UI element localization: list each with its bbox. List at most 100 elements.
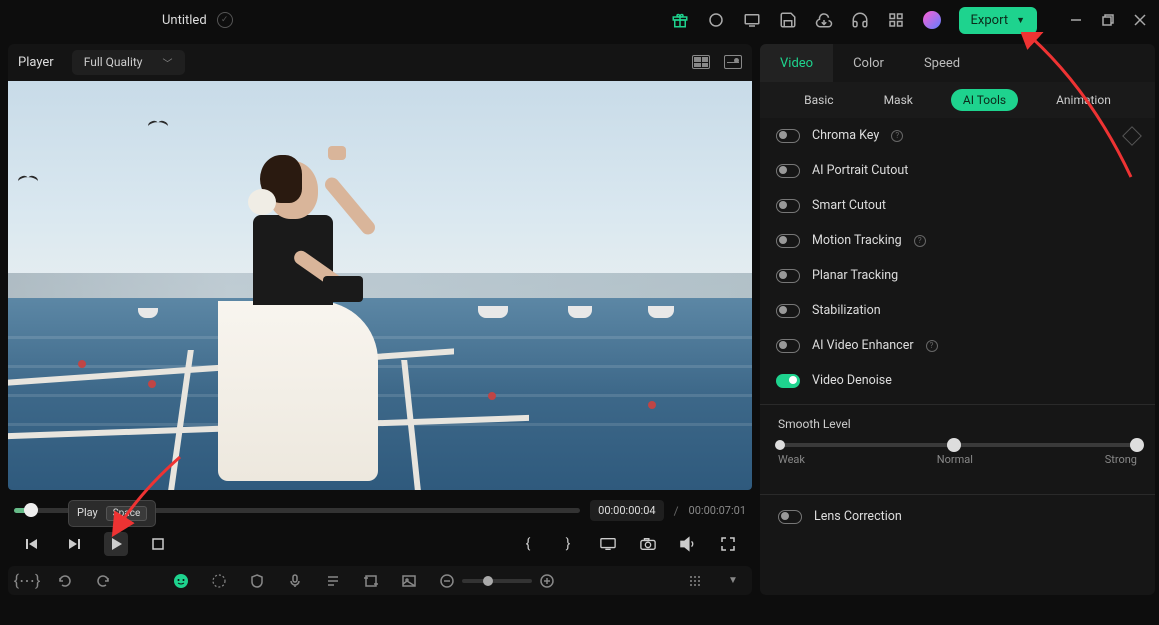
prev-frame-button[interactable] — [20, 532, 44, 556]
smooth-slider[interactable] — [778, 443, 1137, 447]
smooth-normal: Normal — [937, 453, 973, 466]
tool-row: Planar Tracking — [776, 268, 1139, 283]
fullscreen-icon[interactable] — [716, 532, 740, 556]
next-frame-button[interactable] — [62, 532, 86, 556]
cut-icon[interactable] — [210, 572, 228, 590]
ai-chat-icon[interactable] — [172, 572, 190, 590]
tool-toggle[interactable] — [776, 374, 800, 388]
info-icon[interactable]: ? — [926, 340, 938, 352]
tool-label: Motion Tracking — [812, 233, 902, 248]
tool-toggle[interactable] — [776, 199, 800, 213]
tool-toggle[interactable] — [776, 129, 800, 143]
smooth-weak: Weak — [778, 453, 805, 466]
image-icon[interactable] — [400, 572, 418, 590]
tool-toggle[interactable] — [776, 164, 800, 178]
tool-row: Stabilization — [776, 303, 1139, 318]
chevron-down-icon[interactable]: ▼ — [724, 572, 742, 590]
volume-icon[interactable] — [676, 532, 700, 556]
chevron-down-icon: ▼ — [1016, 15, 1025, 26]
tab-video[interactable]: Video — [760, 44, 833, 82]
info-icon[interactable]: ? — [891, 130, 903, 142]
list-icon[interactable] — [686, 572, 704, 590]
tool-label: Chroma Key — [812, 128, 879, 143]
screen-icon[interactable] — [743, 11, 761, 29]
tool-row: AI Video Enhancer? — [776, 338, 1139, 353]
gift-icon[interactable] — [671, 11, 689, 29]
saved-check-icon: ✓ — [217, 12, 233, 28]
zoom-slider[interactable] — [462, 579, 532, 583]
chevron-down-icon: ﹀ — [163, 55, 173, 70]
tool-row: AI Portrait Cutout — [776, 163, 1139, 178]
snapshot-icon[interactable] — [724, 55, 742, 69]
minimize-button[interactable] — [1069, 13, 1083, 27]
keyframe-icon[interactable] — [1122, 126, 1142, 146]
smooth-level-section: Smooth Level Weak Normal Strong — [760, 404, 1155, 478]
record-icon[interactable] — [707, 11, 725, 29]
smooth-title: Smooth Level — [778, 417, 1137, 431]
tool-toggle[interactable] — [776, 304, 800, 318]
tool-label: Stabilization — [812, 303, 881, 318]
tab-color[interactable]: Color — [833, 44, 904, 82]
redo-icon[interactable] — [94, 572, 112, 590]
tool-label: Video Denoise — [812, 373, 892, 388]
time-separator: / — [674, 504, 679, 518]
tool-label: AI Video Enhancer — [812, 338, 914, 353]
pin-icon[interactable]: {⋯} — [18, 572, 36, 590]
subtitle-icon[interactable] — [324, 572, 342, 590]
tool-row: Smart Cutout — [776, 198, 1139, 213]
tooltip-key: Space — [106, 506, 148, 521]
mic-icon[interactable] — [286, 572, 304, 590]
video-preview[interactable] — [8, 81, 752, 491]
title-bar: Untitled ✓ Export ▼ — [0, 0, 1159, 40]
export-label: Export — [971, 13, 1009, 28]
camera-icon[interactable] — [636, 532, 660, 556]
tool-label: Planar Tracking — [812, 268, 898, 283]
headphones-icon[interactable] — [851, 11, 869, 29]
shield-icon[interactable] — [248, 572, 266, 590]
tool-label: Smart Cutout — [812, 198, 886, 213]
tool-row: Motion Tracking? — [776, 233, 1139, 248]
zoom-in-icon[interactable] — [538, 572, 556, 590]
save-icon[interactable] — [779, 11, 797, 29]
subtab-animation[interactable]: Animation — [1044, 89, 1123, 111]
crop-icon[interactable] — [362, 572, 380, 590]
subtab-basic[interactable]: Basic — [792, 89, 845, 111]
tab-speed[interactable]: Speed — [904, 44, 980, 82]
smooth-strong: Strong — [1105, 453, 1137, 466]
player-panel: Player Full Quality ﹀ — [0, 40, 760, 595]
export-button[interactable]: Export ▼ — [959, 7, 1037, 34]
tool-toggle[interactable] — [776, 269, 800, 283]
apps-icon[interactable] — [887, 11, 905, 29]
quality-dropdown[interactable]: Full Quality ﹀ — [72, 50, 185, 75]
quality-value: Full Quality — [84, 55, 143, 69]
ai-orb-icon[interactable] — [923, 11, 941, 29]
grid-view-icon[interactable] — [692, 55, 710, 69]
lens-correction-toggle[interactable] — [778, 510, 802, 524]
time-current: 00:00:00:04 — [590, 500, 663, 521]
maximize-button[interactable] — [1101, 13, 1115, 27]
timeline-toolbar: {⋯} ▼ — [8, 566, 752, 595]
play-tooltip: Play Space — [68, 500, 156, 527]
tool-row: Video Denoise — [776, 373, 1139, 388]
bracket-left-icon[interactable]: { — [516, 532, 540, 556]
bracket-right-icon[interactable]: } — [556, 532, 580, 556]
tool-toggle[interactable] — [776, 234, 800, 248]
tooltip-label: Play — [77, 506, 98, 521]
display-icon[interactable] — [596, 532, 620, 556]
zoom-out-icon[interactable] — [438, 572, 456, 590]
cloud-icon[interactable] — [815, 11, 833, 29]
subtab-ai-tools[interactable]: AI Tools — [951, 89, 1018, 111]
player-label: Player — [18, 55, 54, 70]
undo-icon[interactable] — [56, 572, 74, 590]
tool-row: Chroma Key? — [776, 128, 1139, 143]
tool-label: AI Portrait Cutout — [812, 163, 908, 178]
project-title: Untitled — [162, 13, 207, 28]
subtab-mask[interactable]: Mask — [872, 89, 925, 111]
info-icon[interactable]: ? — [914, 235, 926, 247]
lens-label: Lens Correction — [814, 509, 902, 524]
close-button[interactable] — [1133, 13, 1147, 27]
tool-toggle[interactable] — [776, 339, 800, 353]
stop-button[interactable] — [146, 532, 170, 556]
properties-panel: Video Color Speed Basic Mask AI Tools An… — [760, 44, 1155, 595]
play-button[interactable] — [104, 532, 128, 556]
